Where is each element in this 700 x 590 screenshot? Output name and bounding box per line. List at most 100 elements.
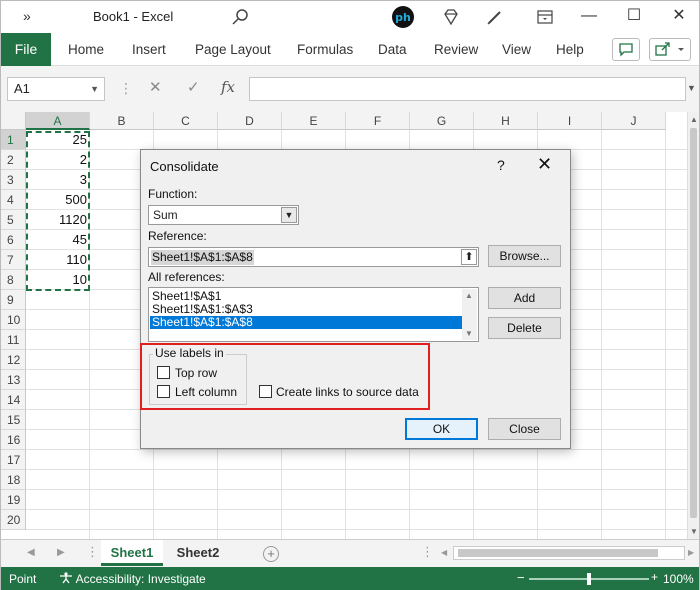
search-icon[interactable] (231, 7, 251, 27)
close-window-button[interactable]: ✕ (665, 5, 693, 29)
formula-input[interactable] (249, 77, 686, 101)
row-header[interactable]: 7 (1, 250, 26, 270)
list-scrollbar[interactable]: ▲ ▼ (462, 289, 477, 340)
row-header[interactable]: 2 (1, 150, 26, 170)
tab-file[interactable]: File (1, 33, 51, 66)
pen-icon[interactable] (485, 7, 505, 27)
column-header[interactable]: B (90, 112, 154, 130)
help-icon[interactable]: ? (497, 157, 505, 173)
scroll-down-icon[interactable]: ▼ (690, 527, 698, 536)
scroll-up-icon[interactable]: ▲ (690, 115, 698, 124)
window-title: Book1 - Excel (93, 9, 174, 24)
maximize-button[interactable]: ☐ (620, 5, 648, 29)
ok-button[interactable]: OK (405, 418, 478, 440)
row-header[interactable]: 9 (1, 290, 26, 310)
close-dialog-button[interactable]: Close (488, 418, 561, 440)
select-all-corner[interactable] (1, 112, 26, 130)
tab-home[interactable]: Home (68, 33, 104, 66)
accessibility-status[interactable]: Accessibility: Investigate (59, 572, 206, 586)
row-header[interactable]: 18 (1, 470, 26, 490)
row-header[interactable]: 11 (1, 330, 26, 350)
insert-function-icon[interactable]: fx (221, 78, 235, 96)
row-header[interactable]: 20 (1, 510, 26, 530)
tab-formulas[interactable]: Formulas (297, 33, 353, 66)
expand-formula-bar-icon[interactable]: ▼ (687, 83, 696, 93)
prev-sheet-icon[interactable]: ◀ (27, 547, 35, 558)
reference-input[interactable]: Sheet1!$A$1:$A$8 ⬆ (148, 247, 479, 267)
minimize-button[interactable]: — (575, 5, 603, 29)
tab-view[interactable]: View (502, 33, 531, 66)
tab-data[interactable]: Data (378, 33, 407, 66)
name-box[interactable]: A1 ▼ (7, 77, 105, 101)
row-header[interactable]: 12 (1, 350, 26, 370)
column-header[interactable]: E (282, 112, 346, 130)
zoom-slider-knob[interactable] (587, 573, 591, 585)
enter-icon[interactable]: ✓ (187, 78, 200, 96)
column-header[interactable]: D (218, 112, 282, 130)
scroll-down-icon[interactable]: ▼ (465, 329, 473, 338)
list-item-selected[interactable]: Sheet1!$A$1:$A$8 (150, 316, 462, 329)
row-header[interactable]: 13 (1, 370, 26, 390)
add-sheet-icon[interactable]: + (263, 546, 279, 562)
close-icon[interactable]: ✕ (537, 154, 552, 175)
row-header[interactable]: 15 (1, 410, 26, 430)
horizontal-scrollbar[interactable] (453, 546, 685, 560)
sheet-tab-sheet2[interactable]: Sheet2 (165, 540, 231, 566)
row-header[interactable]: 19 (1, 490, 26, 510)
column-header[interactable]: C (154, 112, 218, 130)
add-button[interactable]: Add (488, 287, 561, 309)
tab-split-icon[interactable]: ⋮ (421, 544, 434, 560)
grid-line (26, 449, 687, 450)
diamond-icon[interactable] (441, 7, 461, 27)
row-header[interactable]: 14 (1, 390, 26, 410)
horizontal-scroll-thumb[interactable] (458, 549, 658, 557)
column-header[interactable]: I (538, 112, 602, 130)
quick-access-chevron-icon[interactable]: » (23, 8, 31, 24)
share-button[interactable] (649, 38, 691, 61)
scroll-up-icon[interactable]: ▲ (465, 291, 473, 300)
function-select[interactable]: Sum ▼ (148, 205, 299, 225)
column-header[interactable]: A (26, 112, 90, 130)
row-header[interactable]: 5 (1, 210, 26, 230)
row-header[interactable]: 8 (1, 270, 26, 290)
sheet-tab-bar: ◀ ▶ ⋮ Sheet1 Sheet2 + ⋮ ◀ ▶ (1, 539, 699, 567)
vertical-scrollbar[interactable]: ▲ ▼ (687, 112, 699, 539)
tab-page-layout[interactable]: Page Layout (195, 33, 271, 66)
scroll-right-icon[interactable]: ▶ (688, 548, 694, 557)
cancel-icon[interactable]: ✕ (149, 78, 162, 96)
zoom-in-icon[interactable]: + (651, 570, 658, 584)
scroll-left-icon[interactable]: ◀ (441, 548, 447, 557)
browse-button[interactable]: Browse... (488, 245, 561, 267)
chevron-down-icon[interactable]: ▼ (90, 78, 99, 100)
column-header[interactable]: F (346, 112, 410, 130)
sheet-tab-sheet1[interactable]: Sheet1 (101, 540, 163, 566)
all-references-list[interactable]: Sheet1!$A$1 Sheet1!$A$1:$A$3 Sheet1!$A$1… (148, 287, 479, 342)
row-header[interactable]: 10 (1, 310, 26, 330)
column-header[interactable]: G (410, 112, 474, 130)
share-icon (655, 42, 684, 56)
tab-insert[interactable]: Insert (132, 33, 166, 66)
tab-help[interactable]: Help (556, 33, 584, 66)
row-header[interactable]: 1 (1, 130, 26, 150)
row-header[interactable]: 3 (1, 170, 26, 190)
zoom-slider[interactable] (529, 573, 649, 585)
ribbon-display-icon[interactable] (535, 7, 555, 27)
row-header[interactable]: 4 (1, 190, 26, 210)
zoom-out-icon[interactable]: − (517, 570, 525, 585)
avatar[interactable]: ph (391, 5, 415, 29)
vertical-scroll-thumb[interactable] (690, 128, 697, 518)
tab-review[interactable]: Review (434, 33, 478, 66)
row-header[interactable]: 16 (1, 430, 26, 450)
column-header[interactable]: H (474, 112, 538, 130)
zoom-level[interactable]: 100% (663, 572, 694, 586)
delete-button[interactable]: Delete (488, 317, 561, 339)
chevron-down-icon[interactable]: ▼ (281, 207, 297, 223)
row-header[interactable]: 6 (1, 230, 26, 250)
next-sheet-icon[interactable]: ▶ (57, 547, 65, 558)
comments-button[interactable] (612, 38, 640, 61)
sheet-nav-more-icon[interactable]: ⋮ (86, 544, 99, 560)
column-header[interactable]: J (602, 112, 666, 130)
excel-window: » Book1 - Excel ph — ☐ ✕ File Home Inser… (0, 0, 700, 590)
row-header[interactable]: 17 (1, 450, 26, 470)
collapse-dialog-icon[interactable]: ⬆ (461, 249, 477, 265)
